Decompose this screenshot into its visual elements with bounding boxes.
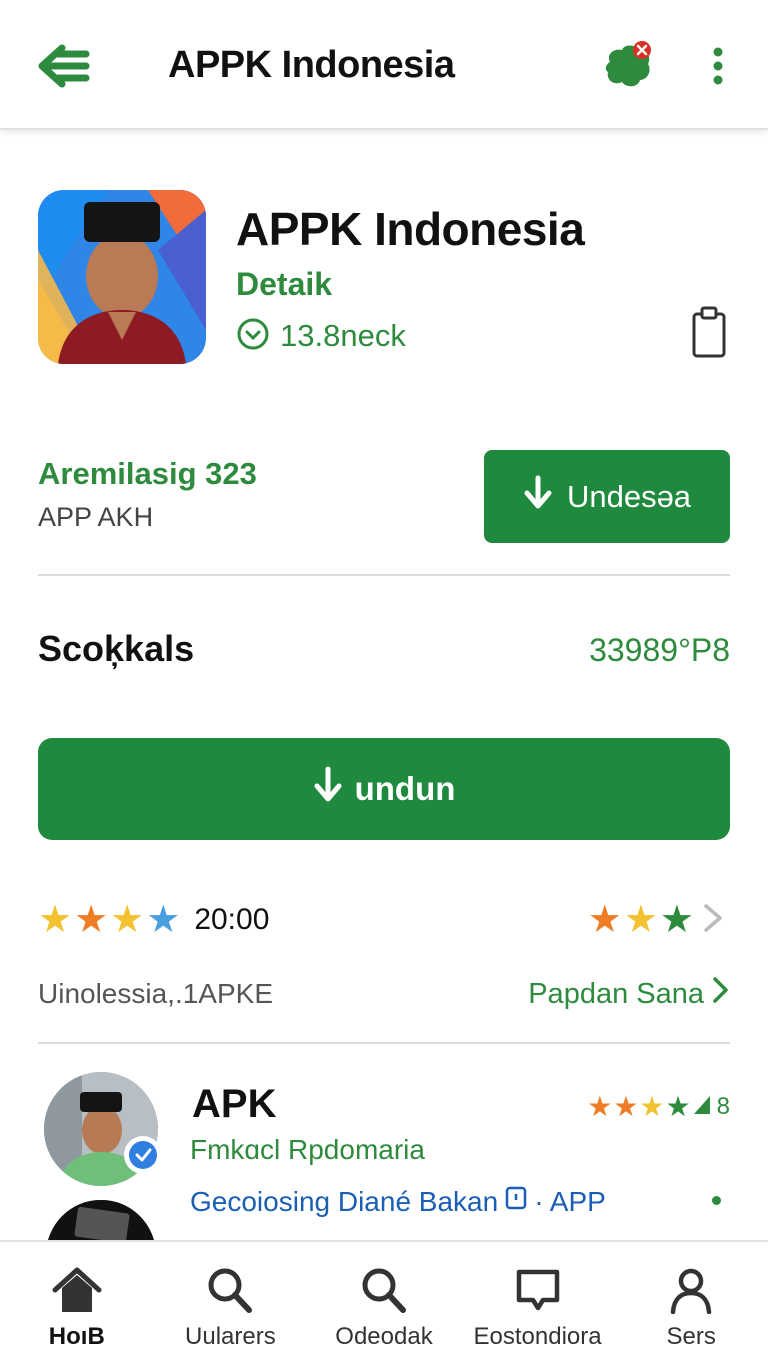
- app-size: 13.8neck: [236, 316, 406, 356]
- star-icon: ★: [38, 899, 73, 941]
- bottom-navigation: HoıB Uularers Odeodak Eostondiora Sers: [0, 1240, 768, 1350]
- star-icon: ★: [587, 1091, 613, 1122]
- device-icon: [504, 1184, 528, 1219]
- chevron-right-icon: [710, 975, 730, 1013]
- listing-subtitle: Fmkɑcl Rpdomaria: [190, 1134, 425, 1165]
- nav-label: Sers: [666, 1323, 716, 1350]
- star-icon: ★: [665, 1091, 691, 1122]
- clipboard-icon[interactable]: [690, 306, 730, 360]
- star-icon: ★: [623, 899, 658, 941]
- message-icon: [513, 1266, 563, 1319]
- star-icon: ★: [110, 899, 145, 941]
- search-icon: [205, 1266, 255, 1319]
- status-dot: [712, 1196, 721, 1205]
- nav-item-profile[interactable]: Sers: [614, 1242, 768, 1350]
- nav-item-home[interactable]: HoıB: [0, 1242, 154, 1350]
- star-icon: ★: [659, 899, 694, 941]
- install-button[interactable]: Undesəa: [484, 450, 730, 543]
- meta-link[interactable]: Papdan Sana: [528, 975, 730, 1013]
- verified-badge-icon: [124, 1136, 162, 1174]
- developer-subtitle: APP AKH: [38, 502, 154, 532]
- home-icon: [52, 1266, 102, 1319]
- nav-label: Eostondiora: [473, 1323, 602, 1350]
- more-options-icon[interactable]: [700, 42, 736, 90]
- search-icon: [359, 1266, 409, 1319]
- clock-icon: [236, 317, 270, 356]
- listing-rating: ★ ★ ★ ★ 8: [587, 1090, 730, 1124]
- meta-link-label: Papdan Sana: [528, 977, 704, 1010]
- app-detail-link[interactable]: Detaik: [236, 266, 332, 303]
- page-title: APPK Indonesia: [168, 44, 455, 86]
- rating-stars-link[interactable]: ★ ★ ★: [588, 898, 730, 942]
- back-arrow-icon[interactable]: [34, 42, 94, 90]
- listing-title[interactable]: APK: [192, 1082, 276, 1127]
- star-icon: ★: [74, 899, 109, 941]
- notification-badge-icon[interactable]: [600, 40, 656, 92]
- nav-label: Uularers: [185, 1323, 276, 1350]
- top-app-bar: APPK Indonesia: [0, 0, 768, 130]
- rating-time: 20:00: [194, 903, 270, 936]
- install-button-label: Undesəa: [566, 478, 692, 514]
- developer-name[interactable]: Aremilasig 323: [38, 456, 257, 492]
- star-icon: ★: [146, 899, 181, 941]
- rating-stars: ★ ★ ★ ★ 20:00: [38, 898, 269, 942]
- download-button-label: undun: [354, 770, 456, 807]
- divider: [38, 574, 730, 576]
- nav-label: Odeodak: [335, 1323, 433, 1350]
- listing-link[interactable]: Gecoiosing Diané Bakan · APP: [190, 1184, 606, 1219]
- app-name: APPK Indonesia: [236, 203, 585, 255]
- app-icon: [38, 190, 206, 364]
- download-arrow-icon: [313, 766, 343, 812]
- star-icon: ★: [639, 1091, 665, 1122]
- nav-item-messages[interactable]: Eostondiora: [461, 1242, 615, 1350]
- section-title: Scoķkals: [38, 628, 195, 669]
- listing-score: 8: [716, 1093, 730, 1120]
- divider: [38, 1042, 730, 1044]
- nav-item-users[interactable]: Uularers: [154, 1242, 308, 1350]
- star-icon: ★: [587, 899, 622, 941]
- app-size-text: 13.8neck: [280, 318, 406, 353]
- nav-item-search[interactable]: Odeodak: [307, 1242, 461, 1350]
- star-icon: ★: [613, 1091, 639, 1122]
- listing-link-label: Gecoiosing Diané Bakan: [190, 1185, 499, 1217]
- chevron-right-icon: [696, 901, 730, 940]
- meta-text: Uinolessia,.1APKE: [38, 978, 274, 1009]
- profile-icon: [666, 1266, 716, 1319]
- nav-label: HoıB: [48, 1323, 105, 1350]
- download-button[interactable]: undun: [38, 738, 730, 840]
- signal-icon: [692, 1092, 714, 1123]
- listing-link-suffix: · APP: [534, 1185, 606, 1217]
- section-value: 33989°P8: [589, 632, 730, 668]
- download-arrow-icon: [523, 475, 553, 519]
